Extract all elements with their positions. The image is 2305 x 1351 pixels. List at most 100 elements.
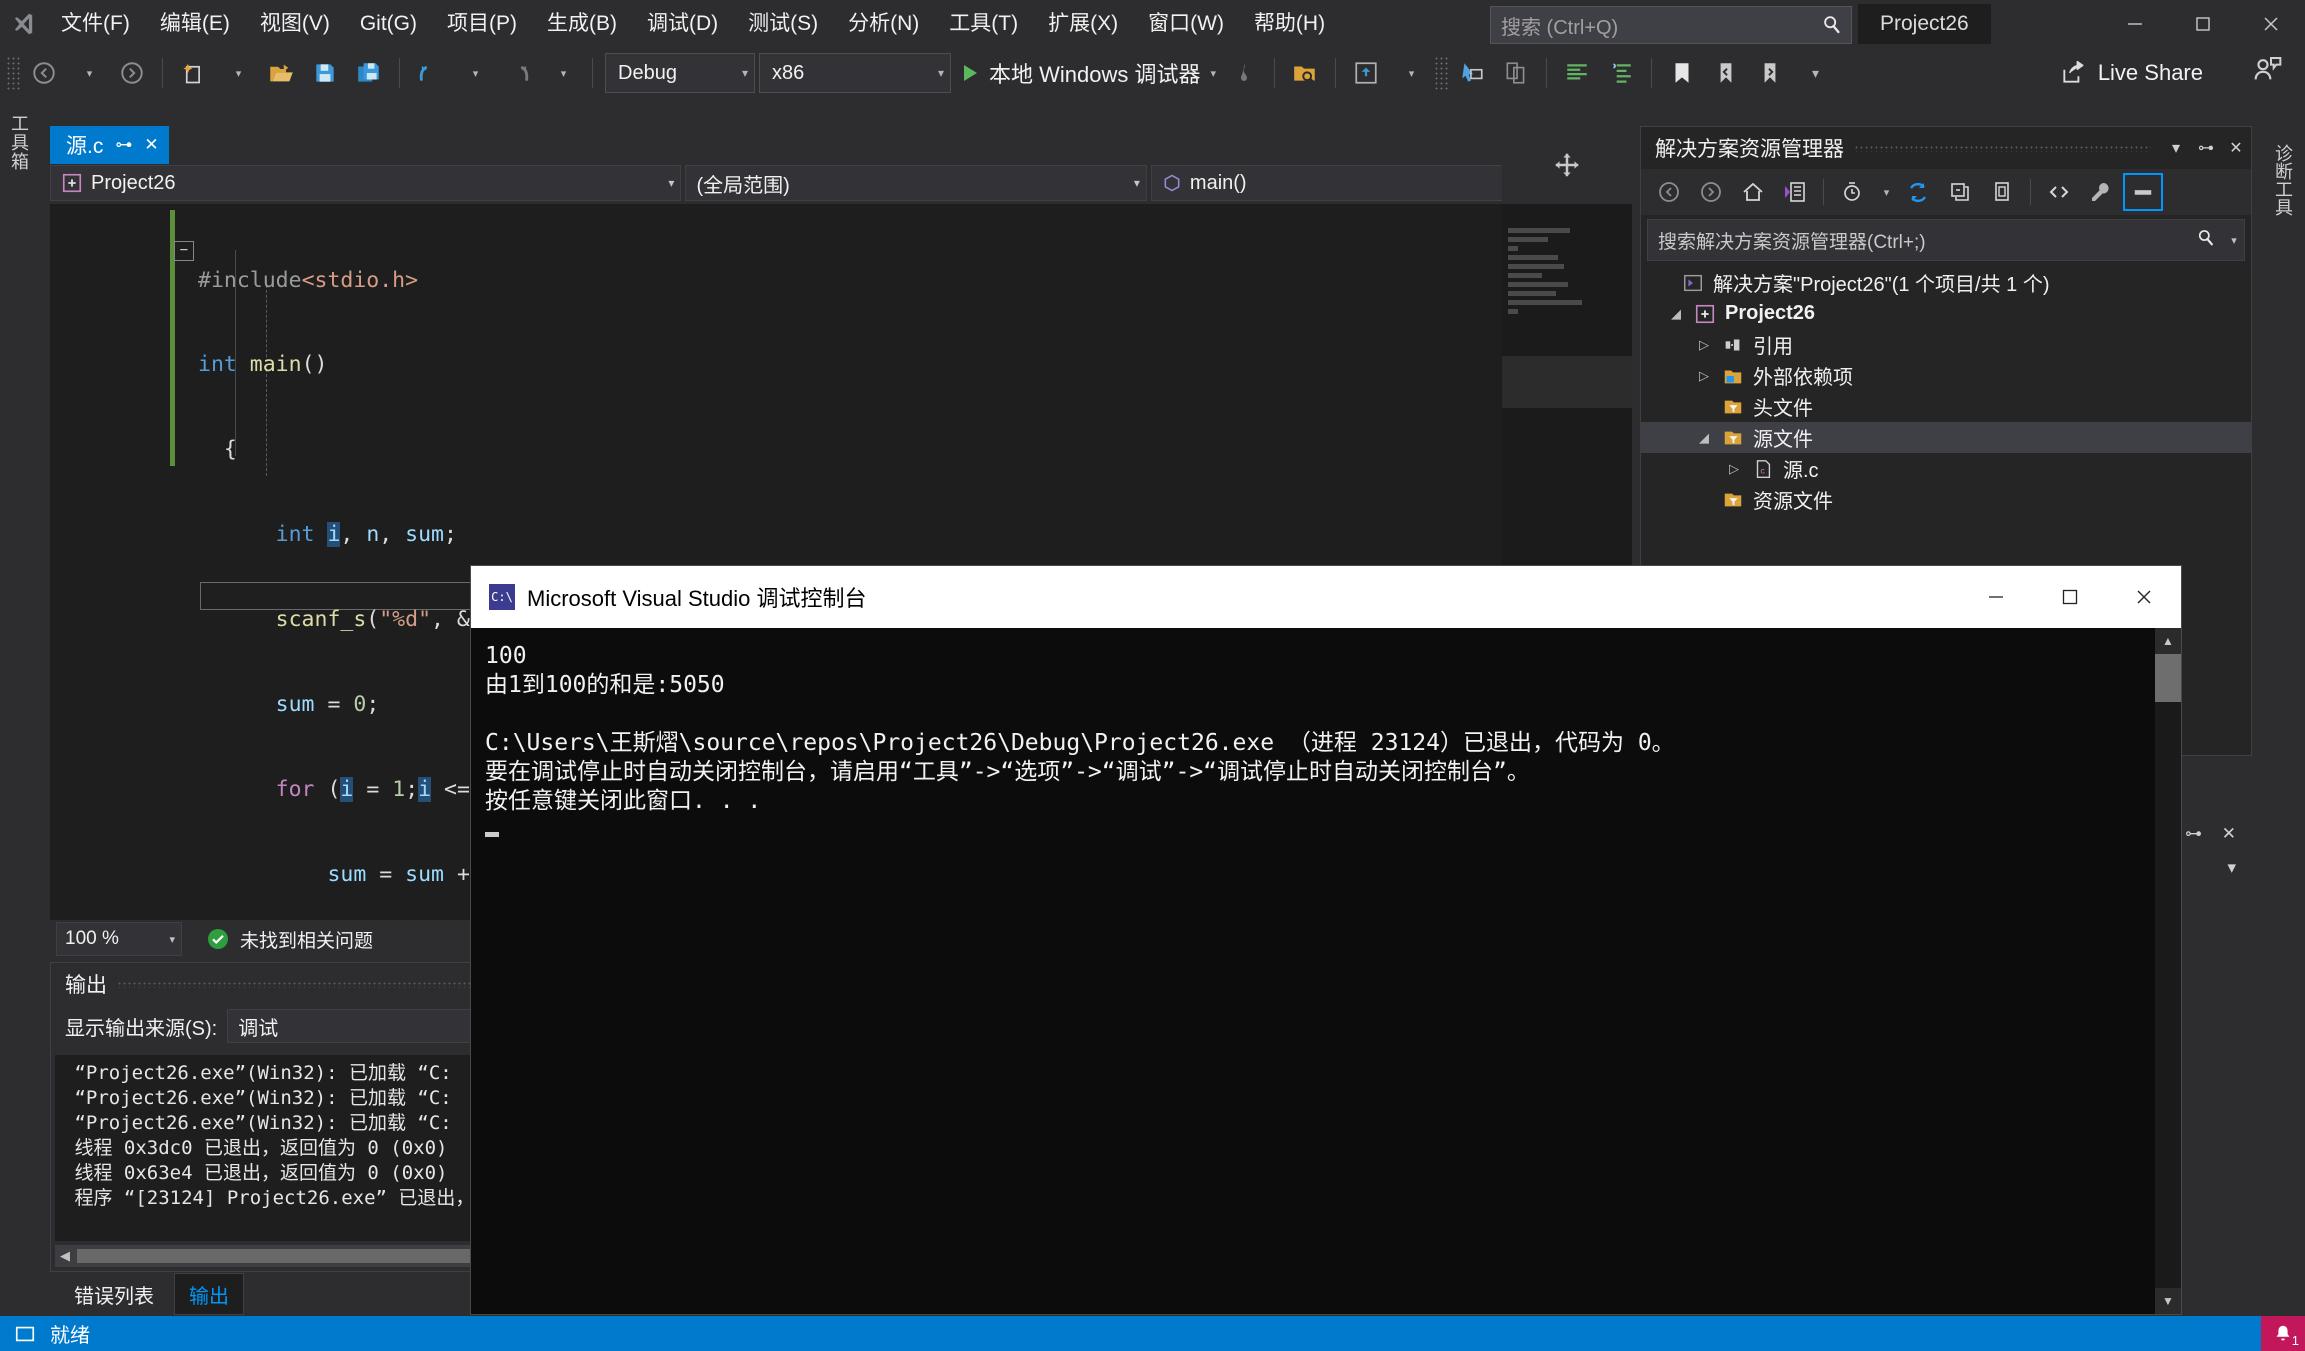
window-layout-dropdown[interactable]: ▾ [1388,53,1432,93]
debug-console-window[interactable]: C:\ Microsoft Visual Studio 调试控制台 100 由1… [470,565,2182,1315]
start-debugging-button[interactable]: 本地 Windows 调试器 ▾ [951,53,1222,93]
maximize-button[interactable] [2169,0,2237,48]
menu-debug[interactable]: 调试(D) [632,0,733,48]
solution-explorer-search[interactable]: 搜索解决方案资源管理器(Ctrl+;) ▾ [1647,219,2245,261]
menu-help[interactable]: 帮助(H) [1239,0,1340,48]
open-folder-icon[interactable] [259,53,303,93]
menu-edit[interactable]: 编辑(E) [145,0,245,48]
list-icon[interactable] [1555,53,1599,93]
properties-icon[interactable] [2081,173,2121,211]
back-icon[interactable] [1649,173,1689,211]
select-element-icon[interactable] [1450,53,1494,93]
show-all-files-icon[interactable] [1982,173,2022,211]
tree-item-source-c[interactable]: ▷ c 源.c [1641,453,2251,484]
menu-file[interactable]: 文件(F) [46,0,145,48]
tab-error-list[interactable]: 错误列表 [60,1274,168,1314]
menu-project[interactable]: 项目(P) [432,0,532,48]
forward-icon[interactable] [1691,173,1731,211]
structure-icon[interactable] [1599,53,1643,93]
toolbar-overflow-icon[interactable]: ▾ [1792,53,1836,93]
console-output[interactable]: 100 由1到100的和是:5050 C:\Users\王斯熠\source\r… [471,628,2155,1314]
pane-drag-dots[interactable] [1854,145,2151,152]
scroll-down-icon[interactable]: ▼ [2155,1288,2181,1314]
undo-dropdown[interactable]: ▾ [452,53,496,93]
toolbar-grip[interactable] [6,56,22,90]
menu-git[interactable]: Git(G) [345,0,432,48]
solution-explorer-search-input[interactable]: 搜索解决方案资源管理器(Ctrl+;) [1648,227,2188,254]
home-icon[interactable] [1733,173,1773,211]
navigate-backward-button[interactable] [22,53,66,93]
console-close-button[interactable] [2107,566,2181,628]
menu-test[interactable]: 测试(S) [733,0,833,48]
menu-build[interactable]: 生成(B) [532,0,632,48]
scroll-left-icon[interactable]: ◀ [55,1248,75,1264]
close-icon[interactable]: ✕ [2221,138,2251,158]
tree-twisty-collapsed[interactable]: ▷ [1691,337,1717,353]
new-file-dropdown[interactable]: ▾ [215,53,259,93]
pane-drag-dots[interactable] [117,981,509,988]
tree-item-header-files[interactable]: 头文件 [1641,391,2251,422]
navbar-scope-combo[interactable]: (全局范围) ▾ [685,165,1146,201]
close-button[interactable] [2237,0,2305,48]
global-search-box[interactable]: 搜索 (Ctrl+Q) [1490,6,1852,44]
hot-reload-icon[interactable] [1222,53,1266,93]
navbar-project-combo[interactable]: Project26 ▾ [50,165,681,201]
find-in-files-icon[interactable] [1283,53,1327,93]
menu-window[interactable]: 窗口(W) [1133,0,1239,48]
menu-extensions[interactable]: 扩展(X) [1033,0,1133,48]
pin-icon[interactable]: ⊶ [2185,824,2202,844]
solution-platform-combo[interactable]: x86 ▾ [759,53,951,93]
bookmark-icon[interactable] [1660,53,1704,93]
copy-icon[interactable] [1494,53,1538,93]
code-view-icon[interactable] [2039,173,2079,211]
live-share-button[interactable]: Live Share [2050,52,2213,94]
pin-icon[interactable]: ⊶ [2191,138,2221,158]
window-layout-icon[interactable] [1344,53,1388,93]
toolbox-tab[interactable]: 工具箱 [6,98,32,171]
close-icon[interactable]: ✕ [144,135,158,155]
global-search-input[interactable]: 搜索 (Ctrl+Q) [1491,11,1813,40]
account-person-icon[interactable] [2251,54,2283,91]
tree-twisty-expanded[interactable]: ◢ [1691,430,1717,446]
scrollbar-thumb[interactable] [2155,654,2181,702]
new-file-icon[interactable] [171,53,215,93]
chevron-down-icon[interactable]: ▾ [2227,858,2236,878]
minimap-viewport[interactable] [1502,356,1632,408]
menu-view[interactable]: 视图(V) [245,0,345,48]
navigate-forward-button[interactable] [110,53,154,93]
undo-icon[interactable] [408,53,452,93]
editor-split-handle[interactable] [1502,126,1632,204]
console-scrollbar[interactable]: ▲ ▼ [2155,628,2181,1314]
collapse-all-icon[interactable] [1940,173,1980,211]
output-horizontal-scrollbar[interactable]: ◀ ▶ [55,1245,515,1267]
minimize-button[interactable] [2101,0,2169,48]
redo-dropdown[interactable]: ▾ [540,53,584,93]
redo-icon[interactable] [496,53,540,93]
solution-configuration-combo[interactable]: Debug ▾ [605,53,755,93]
output-text[interactable]: “Project26.exe”(Win32): 已加载 “C: “Project… [55,1055,515,1241]
tree-twisty-collapsed[interactable]: ▷ [1721,461,1747,477]
tree-twisty-collapsed[interactable]: ▷ [1691,368,1717,384]
chevron-down-icon[interactable]: ▾ [2224,234,2244,247]
next-bookmark-icon[interactable] [1748,53,1792,93]
menu-analyze[interactable]: 分析(N) [833,0,934,48]
toolbar-grip[interactable] [1434,56,1450,90]
scrollbar-thumb[interactable] [77,1249,493,1263]
scroll-up-icon[interactable]: ▲ [2155,628,2181,654]
save-icon[interactable] [303,53,347,93]
tree-item-references[interactable]: ▷ 引用 [1641,329,2251,360]
preview-selected-icon[interactable] [2123,173,2163,211]
pending-changes-dropdown[interactable]: ▾ [1874,173,1896,211]
tree-item-external-dependencies[interactable]: ▷ 外部依赖项 [1641,360,2251,391]
navigate-backward-dropdown[interactable]: ▾ [66,53,110,93]
save-all-icon[interactable] [347,53,391,93]
diagnostic-tools-tab[interactable]: 诊断工具 [2270,144,2296,216]
code-minimap[interactable]: ▲ [1502,204,1632,582]
tree-item-project[interactable]: ◢ Project26 [1641,298,2251,329]
tree-item-resource-files[interactable]: 资源文件 [1641,484,2251,515]
pending-changes-icon[interactable] [1832,173,1872,211]
close-icon[interactable]: ✕ [2222,824,2236,844]
tree-item-solution[interactable]: 解决方案"Project26"(1 个项目/共 1 个) [1641,267,2251,298]
tree-twisty-expanded[interactable]: ◢ [1663,306,1689,322]
chevron-down-icon[interactable]: ▾ [2161,138,2191,158]
